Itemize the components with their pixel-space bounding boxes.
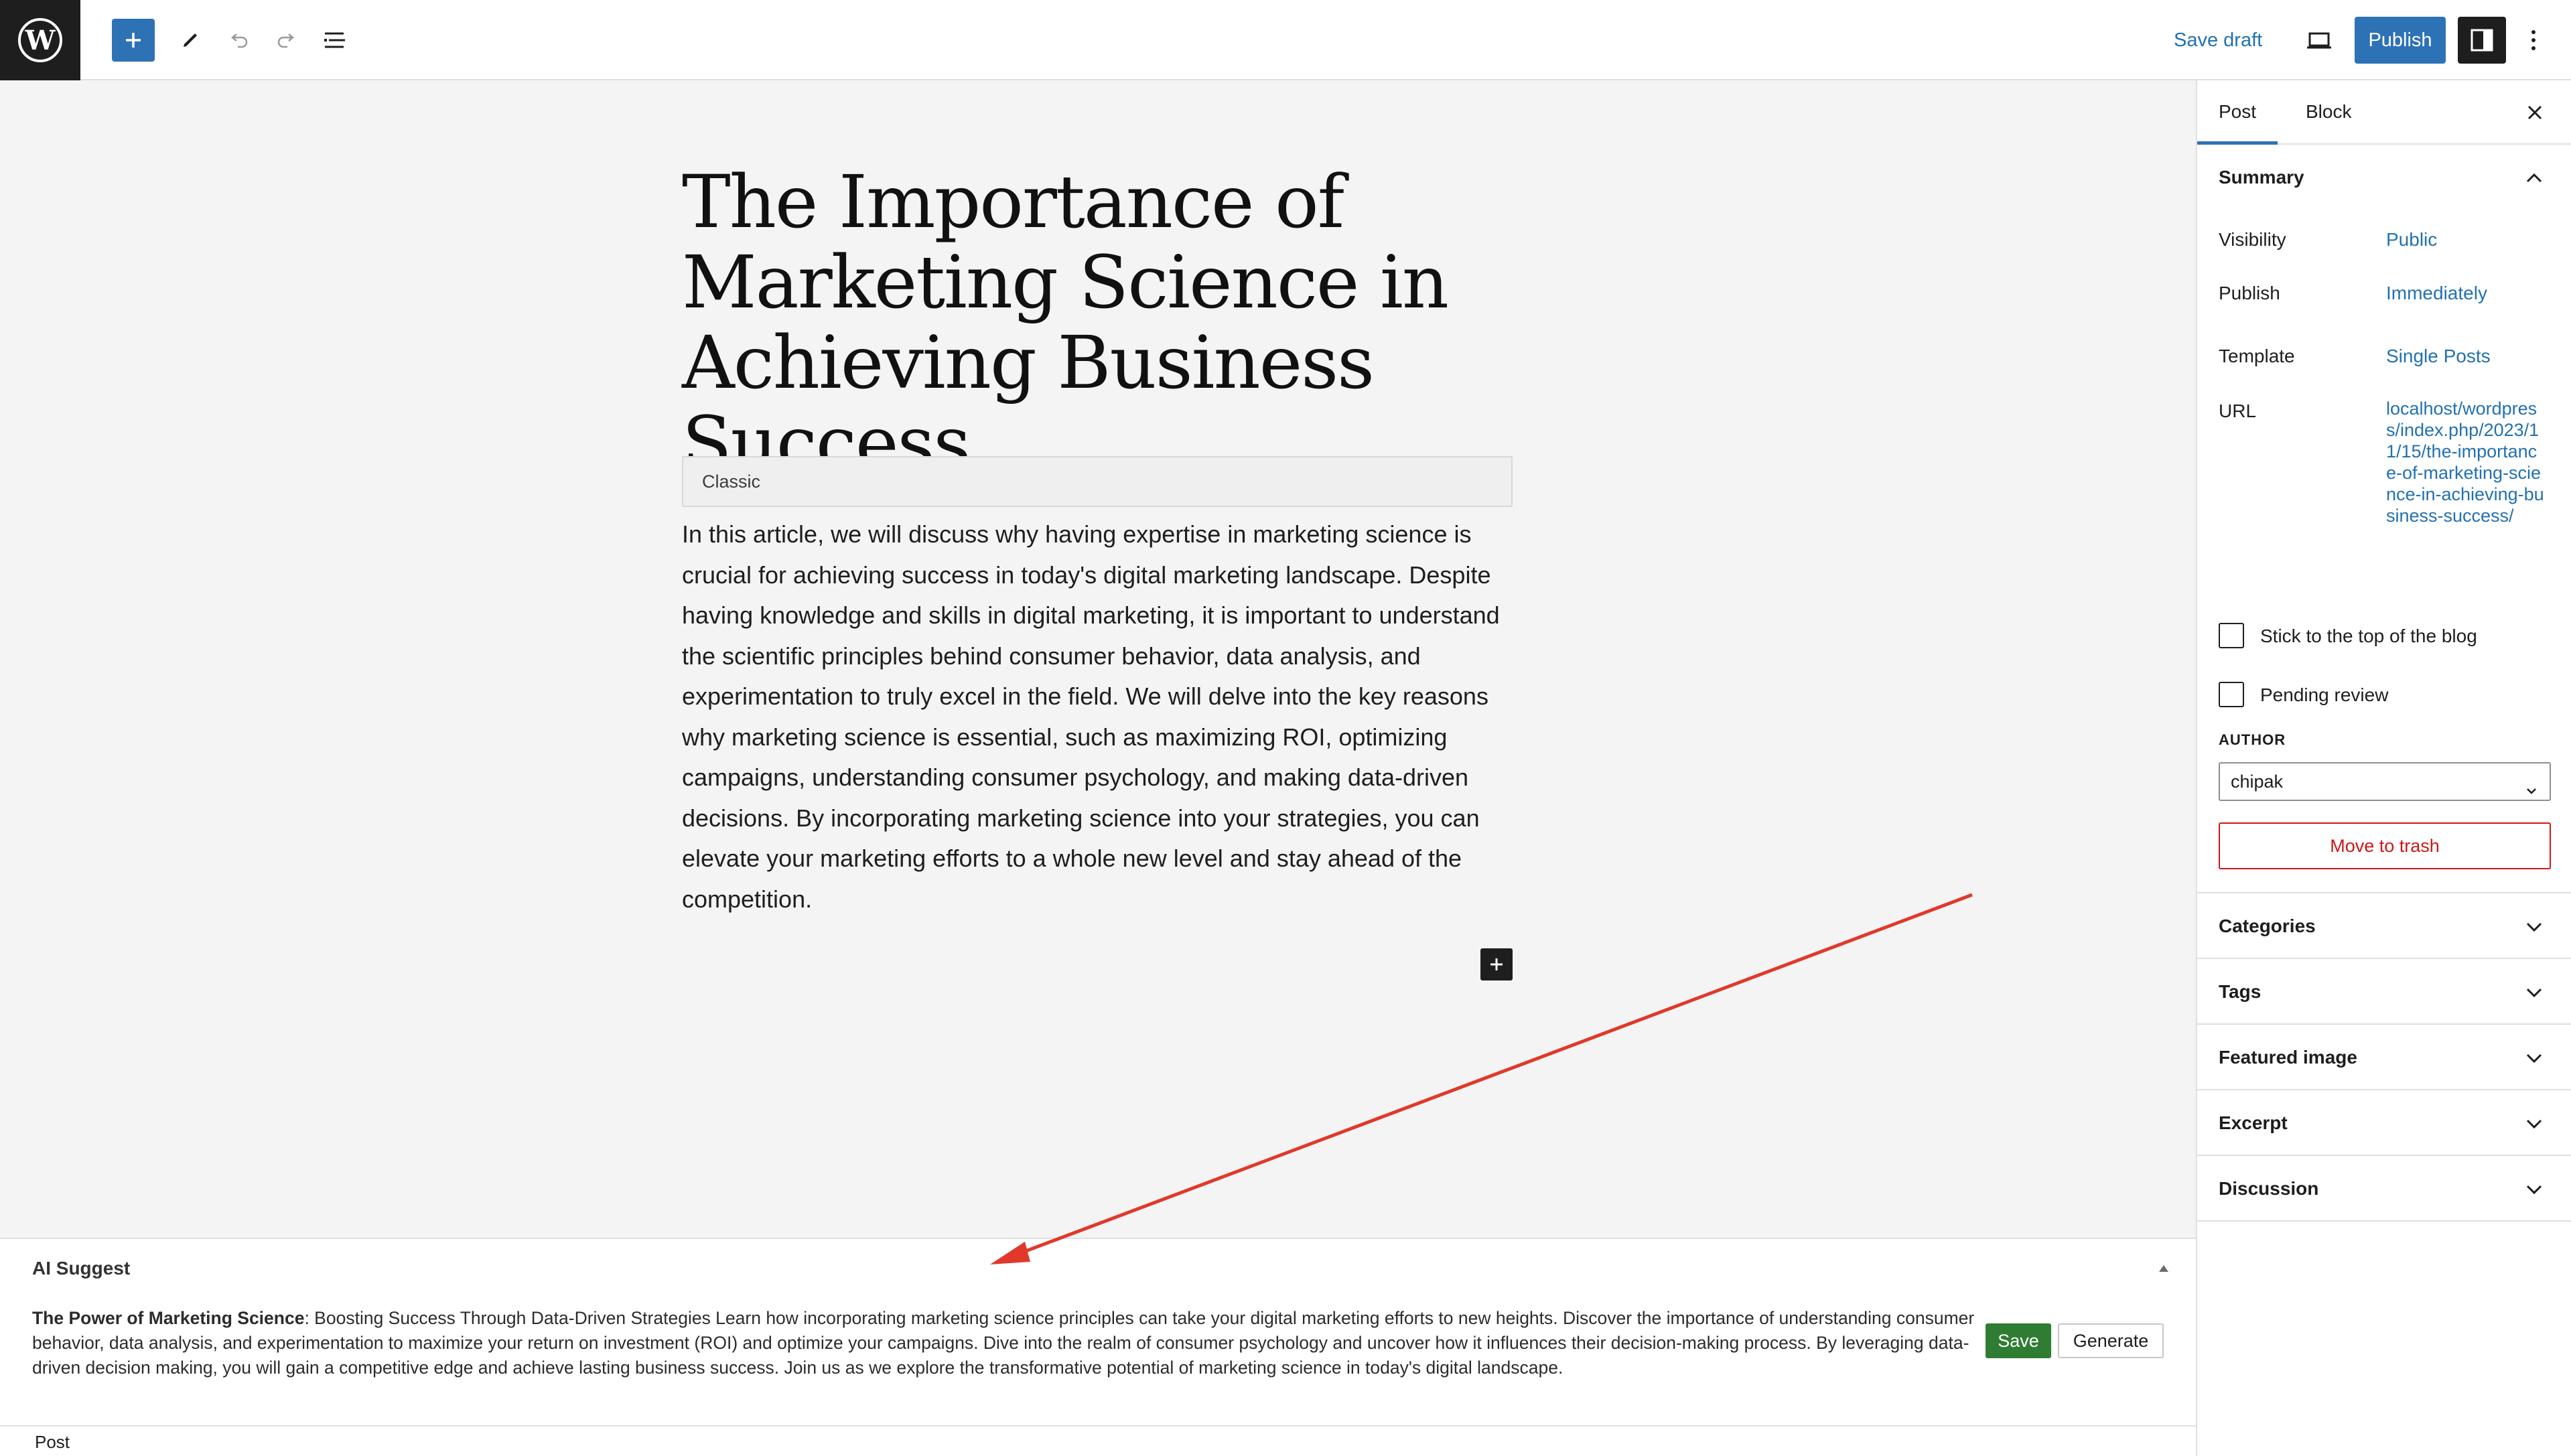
preview-icon[interactable] — [2298, 19, 2341, 62]
categories-title: Categories — [2219, 916, 2316, 936]
options-kebab-icon[interactable] — [2520, 17, 2547, 64]
categories-panel-header[interactable]: Categories — [2197, 893, 2571, 959]
ai-save-button[interactable]: Save — [1986, 1323, 2051, 1358]
svg-text:W: W — [25, 25, 56, 56]
pending-review-label[interactable]: Pending review — [2260, 684, 2388, 706]
discussion-panel-header[interactable]: Discussion — [2197, 1156, 2571, 1222]
chevron-down-icon — [2525, 918, 2543, 936]
author-select[interactable]: chipak — [2219, 762, 2551, 801]
post-content-paragraph[interactable]: In this article, we will discuss why hav… — [682, 514, 1519, 920]
wordpress-logo-icon[interactable]: W — [0, 0, 80, 80]
classic-block-label[interactable]: Classic — [682, 456, 1513, 507]
editor-canvas: The Importance of Marketing Science in A… — [0, 80, 2196, 1238]
template-value-link[interactable]: Single Posts — [2386, 346, 2491, 367]
author-label: AUTHOR — [2219, 731, 2286, 748]
tab-block[interactable]: Block — [2284, 80, 2373, 143]
undo-icon[interactable] — [217, 19, 260, 62]
chevron-down-icon — [2524, 774, 2539, 794]
url-label: URL — [2219, 401, 2257, 421]
post-title[interactable]: The Importance of Marketing Science in A… — [682, 162, 1513, 484]
breadcrumb-post[interactable]: Post — [35, 1432, 70, 1453]
ai-suggestion-heading: The Power of Marketing Science — [32, 1308, 305, 1328]
ai-suggest-panel: AI Suggest The Power of Marketing Scienc… — [0, 1238, 2196, 1425]
summary-title: Summary — [2219, 167, 2304, 188]
chevron-down-icon — [2525, 984, 2543, 1001]
visibility-label: Visibility — [2219, 229, 2286, 250]
editor-toolbar: W Save draft Publish — [0, 0, 2571, 80]
stick-to-top-checkbox[interactable] — [2219, 623, 2244, 648]
tags-title: Tags — [2219, 981, 2262, 1002]
sidebar-tabs: Post Block — [2197, 80, 2571, 145]
ai-suggest-title: AI Suggest — [32, 1258, 131, 1279]
pencil-tools-icon[interactable] — [169, 19, 212, 62]
template-label: Template — [2219, 346, 2295, 366]
document-overview-icon[interactable] — [314, 19, 356, 62]
block-breadcrumb-bar: Post — [0, 1425, 2196, 1456]
featured-image-panel-header[interactable]: Featured image — [2197, 1025, 2571, 1090]
publish-label: Publish — [2219, 283, 2280, 303]
close-icon[interactable] — [2523, 100, 2547, 125]
add-block-icon[interactable] — [112, 19, 155, 62]
settings-sidebar: Post Block Summary Visibility Public Pub… — [2196, 80, 2571, 1456]
save-draft-button[interactable]: Save draft — [2174, 27, 2262, 54]
tags-panel-header[interactable]: Tags — [2197, 959, 2571, 1025]
excerpt-panel-header[interactable]: Excerpt — [2197, 1090, 2571, 1156]
chevron-down-icon — [2525, 1115, 2543, 1133]
publish-button[interactable]: Publish — [2355, 17, 2446, 64]
redo-icon[interactable] — [265, 19, 308, 62]
ai-suggestion-body: : Boosting Success Through Data-Driven S… — [32, 1308, 1975, 1378]
featured-image-title: Featured image — [2219, 1047, 2357, 1068]
discussion-title: Discussion — [2219, 1178, 2319, 1199]
author-selected-value: chipak — [2231, 772, 2284, 792]
chevron-down-icon — [2525, 1049, 2543, 1067]
excerpt-title: Excerpt — [2219, 1112, 2288, 1133]
stick-to-top-label[interactable]: Stick to the top of the blog — [2260, 626, 2477, 647]
move-to-trash-button[interactable]: Move to trash — [2219, 822, 2551, 869]
ai-suggestion-text: The Power of Marketing Science: Boosting… — [32, 1306, 1975, 1380]
ai-generate-button[interactable]: Generate — [2058, 1323, 2164, 1358]
settings-sidebar-icon[interactable] — [2458, 17, 2506, 64]
summary-panel-header[interactable]: Summary — [2197, 145, 2571, 210]
collapse-triangle-icon[interactable] — [2156, 1260, 2172, 1277]
tab-post[interactable]: Post — [2197, 80, 2278, 145]
pending-review-checkbox[interactable] — [2219, 682, 2244, 707]
publish-date-link[interactable]: Immediately — [2386, 283, 2487, 304]
url-value-link[interactable]: localhost/wordpress/index.php/2023/11/15… — [2386, 398, 2547, 526]
chevron-down-icon — [2525, 1181, 2543, 1198]
block-inserter-plus-icon[interactable] — [1480, 948, 1513, 980]
visibility-value-link[interactable]: Public — [2386, 229, 2437, 250]
chevron-up-icon — [2525, 169, 2543, 187]
